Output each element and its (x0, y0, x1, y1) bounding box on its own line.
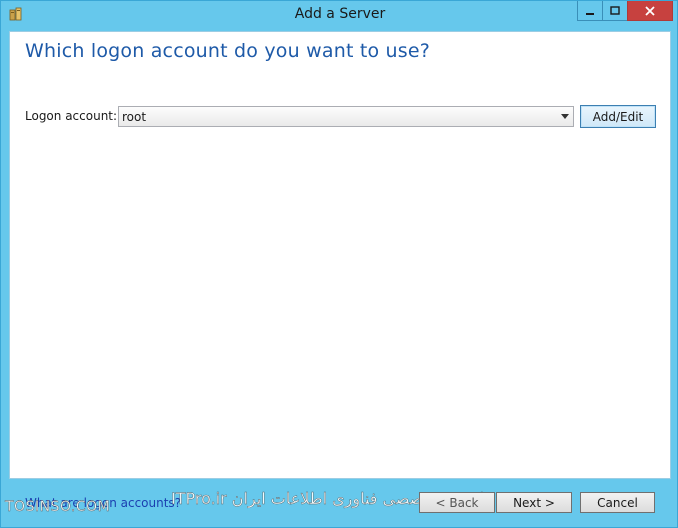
chevron-down-icon[interactable] (557, 107, 573, 126)
add-server-window: Add a Server Which logon account do you … (0, 0, 678, 528)
close-icon (645, 5, 655, 16)
minimize-button[interactable] (577, 1, 603, 21)
cancel-button[interactable]: Cancel (580, 492, 655, 513)
next-button[interactable]: Next > (496, 492, 572, 513)
close-button[interactable] (627, 1, 673, 21)
logon-account-dropdown[interactable]: root (118, 106, 574, 127)
window-controls (577, 1, 673, 21)
wizard-content: Which logon account do you want to use? … (9, 31, 671, 479)
maximize-button[interactable] (602, 1, 628, 21)
logon-account-label: Logon account: (25, 109, 118, 123)
back-button[interactable]: < Back (419, 492, 495, 513)
add-edit-button[interactable]: Add/Edit (580, 105, 656, 128)
logon-account-value: root (122, 109, 147, 124)
minimize-icon (586, 12, 594, 15)
page-title: Which logon account do you want to use? (25, 40, 431, 62)
wizard-footer: What are logon accounts? TOSINSO.COM انج… (1, 481, 678, 528)
maximize-icon (610, 5, 620, 15)
watermark-tosinso: TOSINSO.COM (5, 499, 111, 515)
title-bar[interactable]: Add a Server (1, 1, 678, 31)
